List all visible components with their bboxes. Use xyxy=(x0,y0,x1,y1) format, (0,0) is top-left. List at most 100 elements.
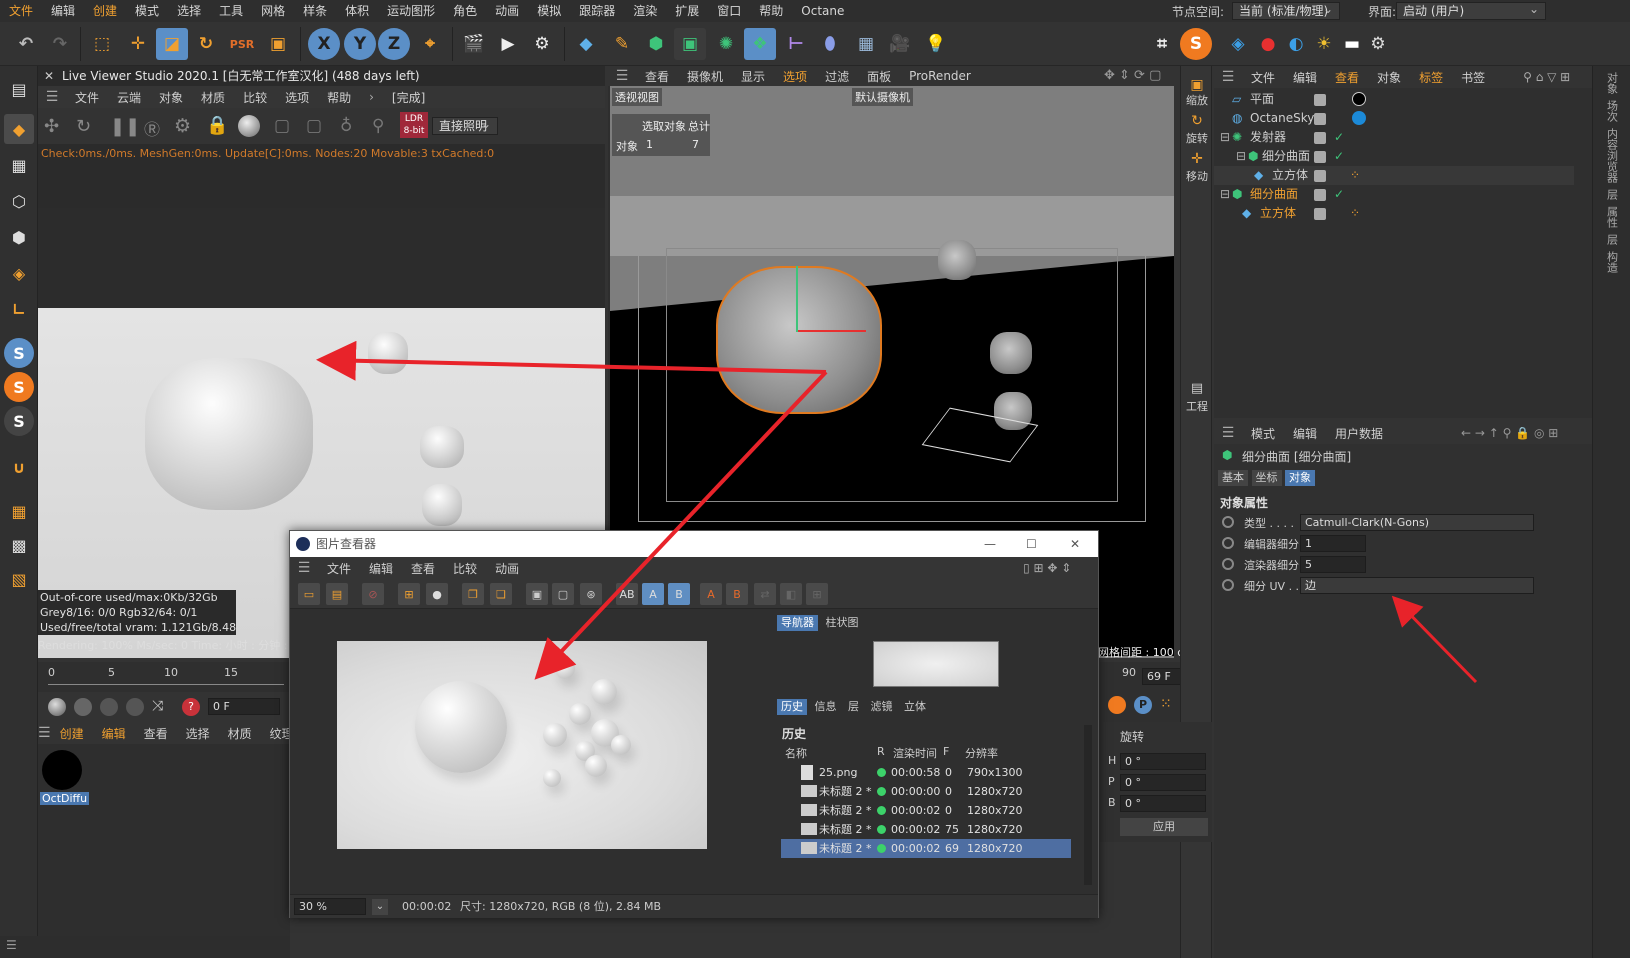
model-mode-icon[interactable]: ◆ xyxy=(4,114,34,144)
frame-field[interactable]: 0 F xyxy=(208,698,280,715)
pv-menu-compare[interactable]: 比较 xyxy=(444,560,486,577)
check-icon[interactable]: ✓ xyxy=(1334,147,1344,166)
x-axis-icon[interactable]: X xyxy=(308,28,340,60)
visibility-checkbox[interactable] xyxy=(1314,132,1326,144)
zoom-icon[interactable]: ▣ xyxy=(1181,78,1213,92)
texture-mode-icon[interactable]: ▦ xyxy=(4,150,34,180)
mat-menu-view[interactable]: 查看 xyxy=(135,725,177,742)
move-icon[interactable]: ✛ xyxy=(122,28,154,60)
set-b-icon[interactable]: B xyxy=(726,583,748,605)
lv-menu-file[interactable]: 文件 xyxy=(66,89,108,106)
points-mode-icon[interactable]: ⬡ xyxy=(4,186,34,216)
collapse-icon[interactable]: ⊟ xyxy=(1236,147,1246,166)
snap-s2-icon[interactable]: S xyxy=(4,372,34,402)
diff-icon[interactable]: ◧ xyxy=(780,583,802,605)
tab-history[interactable]: 历史 xyxy=(777,699,807,715)
material-ball-icon[interactable] xyxy=(238,115,260,137)
material-ball-icon[interactable] xyxy=(48,698,66,716)
floor-icon[interactable]: ▦ xyxy=(850,28,882,60)
compare-icon[interactable]: ⊛ xyxy=(580,583,602,605)
workplane-icon[interactable]: ▦ xyxy=(4,496,34,526)
psr-icon[interactable]: PSR xyxy=(226,28,258,60)
view-frame-icon[interactable]: ▣ xyxy=(526,583,548,605)
grid-icon[interactable]: ⊞ xyxy=(806,583,828,605)
close-icon[interactable]: ✕ xyxy=(1070,531,1080,557)
side-tab[interactable]: 构造 xyxy=(1604,251,1620,273)
object-row[interactable]: ◆ 立方体 ⁘ xyxy=(1214,166,1574,185)
menu-extensions[interactable]: 扩展 xyxy=(666,0,708,22)
object-row[interactable]: ⊟ ⬢ 细分曲面 ✓ xyxy=(1214,147,1574,166)
environment-tag[interactable] xyxy=(1352,111,1366,125)
menu-create[interactable]: 创建 xyxy=(84,0,126,22)
tab-coord[interactable]: 坐标 xyxy=(1251,470,1282,486)
menu-select[interactable]: 选择 xyxy=(168,0,210,22)
history-row[interactable]: 25.png 00:00:58 0 790x1300 xyxy=(781,763,1071,782)
hamburger-icon[interactable]: ☰ xyxy=(1214,425,1242,441)
selected-subdivision-object[interactable] xyxy=(716,266,882,414)
snap-s1-icon[interactable]: S xyxy=(4,338,34,368)
pan-icon[interactable]: ✥ ⇕ ⟳ ▢ xyxy=(1104,68,1161,83)
axis-mode-icon[interactable]: ∟ xyxy=(4,294,34,324)
render-to-picture-viewer-icon[interactable]: ▶ xyxy=(492,28,524,60)
redo-icon[interactable]: ↷ xyxy=(44,28,76,60)
send-scene-icon[interactable]: ✣ xyxy=(44,116,59,137)
vp-menu-panel[interactable]: 面板 xyxy=(858,68,900,85)
animate-radio[interactable] xyxy=(1222,558,1234,570)
menu-mesh[interactable]: 网格 xyxy=(252,0,294,22)
move-view-icon[interactable]: ✛ xyxy=(1181,152,1213,166)
om-menu-bookmarks[interactable]: 书签 xyxy=(1452,69,1494,86)
object-row[interactable]: ◍ OctaneSky xyxy=(1214,109,1574,128)
split-icon[interactable]: ⊞ xyxy=(398,583,420,605)
visibility-checkbox[interactable] xyxy=(1314,113,1326,125)
view-region-icon[interactable]: ▢ xyxy=(552,583,574,605)
close-icon[interactable]: ✕ xyxy=(44,66,54,86)
lv-menu-cloud[interactable]: 云端 xyxy=(108,89,150,106)
copy-icon[interactable]: ❐ xyxy=(462,583,484,605)
side-tab[interactable]: 层 xyxy=(1604,189,1620,200)
hamburger-icon[interactable]: ☰ xyxy=(1214,69,1242,85)
vp-menu-prorender[interactable]: ProRender xyxy=(900,69,980,83)
vp-menu-filter[interactable]: 过滤 xyxy=(816,68,858,85)
menu-volume[interactable]: 体积 xyxy=(336,0,378,22)
render-view-icon[interactable]: 🎬 xyxy=(458,28,490,60)
om-menu-edit[interactable]: 编辑 xyxy=(1284,69,1326,86)
undo-icon[interactable]: ↶ xyxy=(10,28,42,60)
history-row[interactable]: 未标题 2 * 00:00:02 0 1280x720 xyxy=(781,801,1071,820)
menu-mode[interactable]: 模式 xyxy=(126,0,168,22)
coordinate-system-icon[interactable]: ⌖ xyxy=(414,28,446,60)
render-subdivision-input[interactable]: 5 xyxy=(1300,556,1366,573)
menu-tools[interactable]: 工具 xyxy=(210,0,252,22)
menu-tracker[interactable]: 跟踪器 xyxy=(570,0,624,22)
make-editable-icon[interactable]: ▤ xyxy=(4,74,34,104)
object-row[interactable]: ▱ 平面 xyxy=(1214,90,1574,109)
light-icon[interactable]: 💡 xyxy=(920,28,952,60)
ab-icon[interactable]: AB xyxy=(616,583,638,605)
z-axis-icon[interactable]: Z xyxy=(378,28,410,60)
y-axis-handle[interactable] xyxy=(796,266,798,332)
pv-menu-file[interactable]: 文件 xyxy=(318,560,360,577)
menu-octane[interactable]: Octane xyxy=(792,0,853,22)
stop-icon[interactable]: ⊘ xyxy=(362,583,384,605)
side-tab[interactable]: 场次 xyxy=(1604,100,1620,122)
rotate-label[interactable]: 旋转 xyxy=(1181,132,1213,146)
material-ball-icon[interactable] xyxy=(74,698,92,716)
viewport-cube[interactable] xyxy=(990,332,1032,374)
om-menu-object[interactable]: 对象 xyxy=(1368,69,1410,86)
rotation-b-input[interactable]: 0 ° xyxy=(1120,795,1206,812)
mograph-cloner-icon[interactable]: ✺ xyxy=(710,28,742,60)
collapse-icon[interactable]: ⊟ xyxy=(1220,185,1230,204)
side-tab[interactable]: 属性 xyxy=(1604,206,1620,228)
set-a-icon[interactable]: A xyxy=(700,583,722,605)
search-icon[interactable]: ⚲ ⌂ ▽ ⊞ xyxy=(1514,70,1579,84)
edges-mode-icon[interactable]: ⬢ xyxy=(4,222,34,252)
object-row[interactable]: ⊟ ✺ 发射器 ✓ xyxy=(1214,128,1574,147)
scale-icon[interactable]: ◪ xyxy=(156,28,188,60)
mat-menu-create[interactable]: 创建 xyxy=(51,725,93,742)
move-label[interactable]: 移动 xyxy=(1181,170,1213,184)
object-row[interactable]: ⊟ ⬢ 细分曲面 ✓ xyxy=(1214,185,1574,204)
mat-menu-select[interactable]: 选择 xyxy=(177,725,219,742)
hamburger-icon[interactable]: ☰ xyxy=(38,725,51,741)
viewport-cube[interactable] xyxy=(938,240,976,280)
record-rotation-icon[interactable] xyxy=(1108,696,1126,714)
rotate-icon[interactable]: ↻ xyxy=(190,28,222,60)
